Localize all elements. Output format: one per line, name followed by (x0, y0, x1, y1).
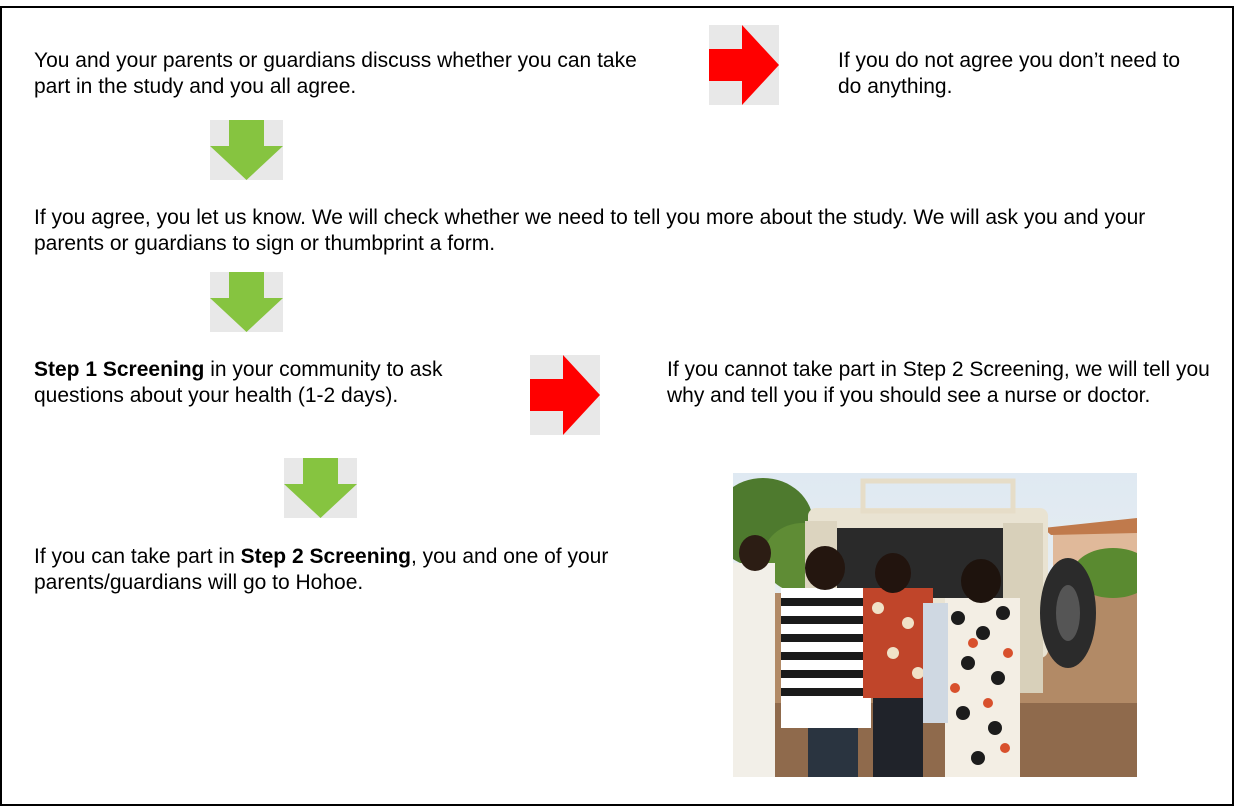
step2-title: Step 2 Screening (240, 545, 412, 568)
step1-text: Step 1 Screening in your community to as… (34, 357, 504, 409)
step2-prefix: If you can take part in (34, 545, 241, 568)
arrow-right-icon (709, 25, 779, 105)
step2-text: If you can take part in Step 2 Screening… (34, 544, 644, 596)
step2-ineligible-text: If you cannot take part in Step 2 Screen… (667, 358, 1210, 407)
intro-text: You and your parents or guardians discus… (34, 49, 637, 98)
agree-text: If you agree, you let us know. We will c… (34, 206, 1146, 255)
arrow-down-icon (284, 458, 357, 518)
arrow-down-icon (210, 272, 283, 332)
disagree-text: If you do not agree you don’t need to do… (838, 49, 1181, 98)
arrow-down-icon (210, 120, 283, 180)
arrow-right-icon (530, 355, 600, 435)
step1-title: Step 1 Screening (34, 358, 205, 381)
vehicle-photo (733, 473, 1137, 777)
